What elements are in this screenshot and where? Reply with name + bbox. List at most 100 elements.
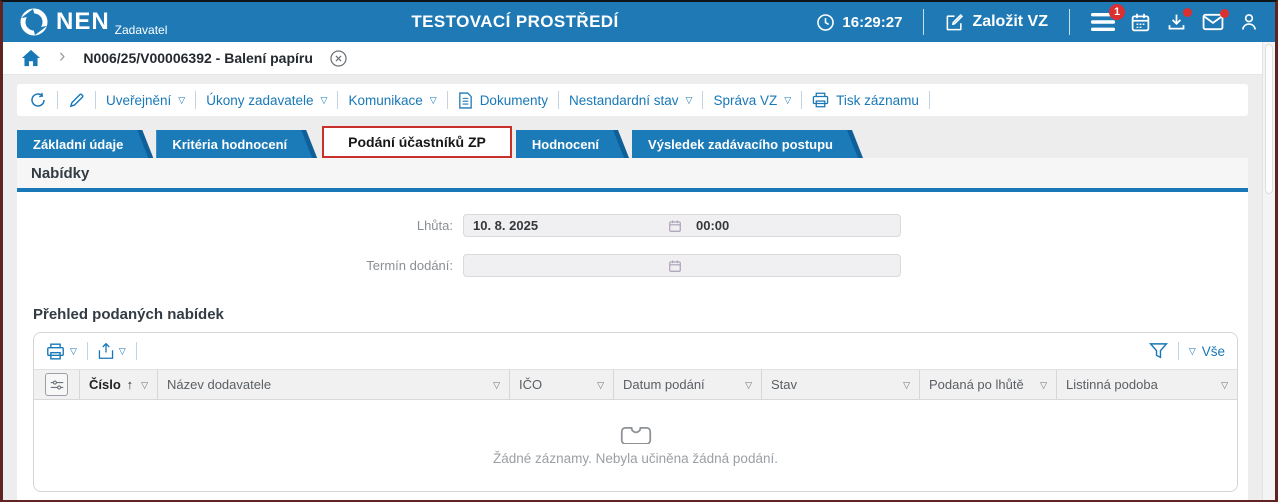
export-table-button[interactable]: ▽ bbox=[98, 342, 126, 360]
table-empty-state: Žádné záznamy. Nebyla učiněna žádná podá… bbox=[34, 400, 1237, 491]
deadline-time-value[interactable]: 00:00 bbox=[682, 218, 891, 233]
chevron-down-icon[interactable]: ▽ bbox=[141, 380, 148, 390]
calendar-button[interactable] bbox=[1130, 12, 1151, 33]
delivery-label: Termín dodání: bbox=[366, 258, 453, 273]
column-settings-icon[interactable] bbox=[45, 373, 68, 396]
chevron-down-icon: ▽ bbox=[685, 95, 693, 105]
column-header-listinna-podoba[interactable]: Listinná podoba ▽ bbox=[1057, 370, 1237, 399]
nen-logo-icon bbox=[19, 7, 49, 37]
tab-kriteria-hodnoceni[interactable]: Kritéria hodnocení bbox=[156, 130, 317, 158]
menu-label: Nestandardní stav bbox=[568, 92, 679, 108]
brand-name: NEN bbox=[56, 8, 110, 35]
column-label: Stav bbox=[771, 377, 798, 392]
document-icon bbox=[458, 91, 473, 109]
column-label: Číslo bbox=[89, 377, 121, 392]
column-header-datum-podani[interactable]: Datum podání ▽ bbox=[614, 370, 762, 399]
chevron-down-icon: ▽ bbox=[784, 95, 792, 105]
column-label: Listinná podoba bbox=[1066, 377, 1158, 392]
delivery-field[interactable] bbox=[463, 254, 901, 277]
column-header-stav[interactable]: Stav ▽ bbox=[762, 370, 920, 399]
tab-vysledek-zadavaciho-postupu[interactable]: Výsledek zadávacího postupu bbox=[632, 130, 863, 158]
tab-hodnoceni[interactable]: Hodnocení bbox=[516, 130, 629, 158]
menu-label: Uveřejnění bbox=[106, 92, 172, 108]
chevron-down-icon: ▽ bbox=[118, 346, 126, 356]
header-divider bbox=[923, 9, 925, 35]
chevron-down-icon[interactable]: ▽ bbox=[493, 380, 500, 390]
table-header-row: Číslo ↑ ▽ Název dodavatele ▽ IČO ▽ Datum… bbox=[34, 369, 1237, 400]
calendar-icon[interactable] bbox=[668, 259, 682, 273]
print-table-button[interactable]: ▽ bbox=[46, 342, 77, 360]
messages-notification-dot bbox=[1220, 9, 1229, 18]
create-vz-button[interactable]: Založit VZ bbox=[945, 13, 1048, 32]
column-header-nazev-dodavatele[interactable]: Název dodavatele ▽ bbox=[158, 370, 510, 399]
main-menu-button[interactable]: 1 bbox=[1091, 4, 1125, 32]
menu-sprava-vz[interactable]: Správa VZ ▽ bbox=[713, 93, 791, 108]
edit-record-icon[interactable] bbox=[68, 92, 85, 109]
section-header: Nabídky bbox=[17, 158, 1248, 192]
menu-dokumenty[interactable]: Dokumenty bbox=[458, 91, 548, 109]
toolbar-divider bbox=[702, 91, 704, 109]
deadline-date-value[interactable]: 10. 8. 2025 bbox=[473, 218, 668, 233]
filter-funnel-icon[interactable] bbox=[1148, 342, 1168, 360]
user-profile-button[interactable] bbox=[1239, 12, 1259, 32]
app-header: NEN Zadavatel TESTOVACÍ PROSTŘEDÍ 16:29:… bbox=[3, 2, 1275, 42]
filter-all-option[interactable]: Vše bbox=[1202, 344, 1225, 359]
environment-title: TESTOVACÍ PROSTŘEDÍ bbox=[411, 12, 619, 31]
column-header-cislo[interactable]: Číslo ↑ ▽ bbox=[80, 370, 158, 399]
calendar-icon[interactable] bbox=[668, 219, 682, 233]
column-label: Název dodavatele bbox=[167, 377, 272, 392]
table-title: Přehled podaných nabídek bbox=[33, 306, 224, 323]
menu-label: Úkony zadavatele bbox=[206, 92, 314, 108]
edit-icon bbox=[945, 13, 964, 32]
empty-tray-icon bbox=[620, 426, 652, 444]
clock-icon bbox=[816, 13, 835, 32]
column-header-ico[interactable]: IČO ▽ bbox=[510, 370, 614, 399]
toolbar-divider bbox=[135, 342, 137, 360]
chevron-right-icon: › bbox=[59, 46, 66, 67]
refresh-icon[interactable] bbox=[29, 91, 47, 109]
breadcrumb: › N006/25/V00006392 - Balení papíru bbox=[3, 42, 1262, 75]
column-header-podana-po-lhute[interactable]: Podaná po lhůtě ▽ bbox=[920, 370, 1057, 399]
brand-subtitle: Zadavatel bbox=[114, 23, 168, 37]
tab-podani-ucastniku-zp[interactable]: Podání účastníků ZP bbox=[322, 126, 512, 158]
toolbar-divider bbox=[95, 91, 96, 109]
section-title: Nabídky bbox=[31, 164, 90, 182]
toolbar-divider bbox=[1177, 342, 1179, 360]
close-record-icon[interactable] bbox=[329, 49, 348, 68]
chevron-down-icon[interactable]: ▽ bbox=[597, 380, 604, 390]
chevron-down-icon[interactable]: ▽ bbox=[1221, 380, 1228, 390]
toolbar-divider bbox=[557, 91, 559, 109]
chevron-down-icon[interactable]: ▽ bbox=[745, 380, 752, 390]
tab-label: Podání účastníků ZP bbox=[348, 134, 486, 150]
deadline-label: Lhůta: bbox=[416, 218, 453, 233]
header-actions: 16:29:27 Založit VZ 1 bbox=[816, 4, 1259, 35]
chevron-down-icon[interactable]: ▽ bbox=[903, 380, 910, 390]
tab-label: Základní údaje bbox=[33, 136, 124, 152]
menu-label: Komunikace bbox=[348, 92, 423, 108]
inbox-notification-dot bbox=[1183, 7, 1192, 17]
toolbar-divider bbox=[57, 91, 58, 109]
scrollbar-thumb[interactable] bbox=[1265, 44, 1273, 194]
menu-uverejneni[interactable]: Uveřejnění ▽ bbox=[106, 93, 185, 108]
messages-button[interactable] bbox=[1202, 9, 1229, 31]
offers-form: Lhůta: 10. 8. 2025 00:00 Termín dodání: bbox=[17, 192, 1248, 277]
nen-logo[interactable]: NEN Zadavatel bbox=[19, 7, 167, 37]
home-icon[interactable] bbox=[21, 49, 41, 67]
deadline-row: Lhůta: 10. 8. 2025 00:00 bbox=[17, 214, 1248, 237]
menu-tisk-zaznamu[interactable]: Tisk záznamu bbox=[812, 92, 919, 108]
tab-zakladni-udaje[interactable]: Základní údaje bbox=[17, 130, 153, 158]
breadcrumb-current[interactable]: N006/25/V00006392 - Balení papíru bbox=[83, 50, 313, 66]
sort-asc-icon: ↑ bbox=[126, 377, 134, 392]
chevron-down-icon[interactable]: ▽ bbox=[1040, 380, 1047, 390]
menu-nestandardni-stav[interactable]: Nestandardní stav ▽ bbox=[569, 93, 692, 108]
printer-icon bbox=[812, 92, 829, 108]
table-filter-controls: ▽ Vše bbox=[1148, 342, 1225, 360]
inbox-download-button[interactable] bbox=[1166, 7, 1192, 33]
menu-komunikace[interactable]: Komunikace ▽ bbox=[348, 93, 436, 108]
vertical-scrollbar[interactable] bbox=[1262, 42, 1275, 500]
deadline-field[interactable]: 10. 8. 2025 00:00 bbox=[463, 214, 901, 237]
column-label: Datum podání bbox=[623, 377, 705, 392]
toolbar-divider bbox=[337, 91, 339, 109]
menu-ukony-zadavatele[interactable]: Úkony zadavatele ▽ bbox=[206, 93, 327, 108]
tab-label: Kritéria hodnocení bbox=[172, 136, 288, 152]
